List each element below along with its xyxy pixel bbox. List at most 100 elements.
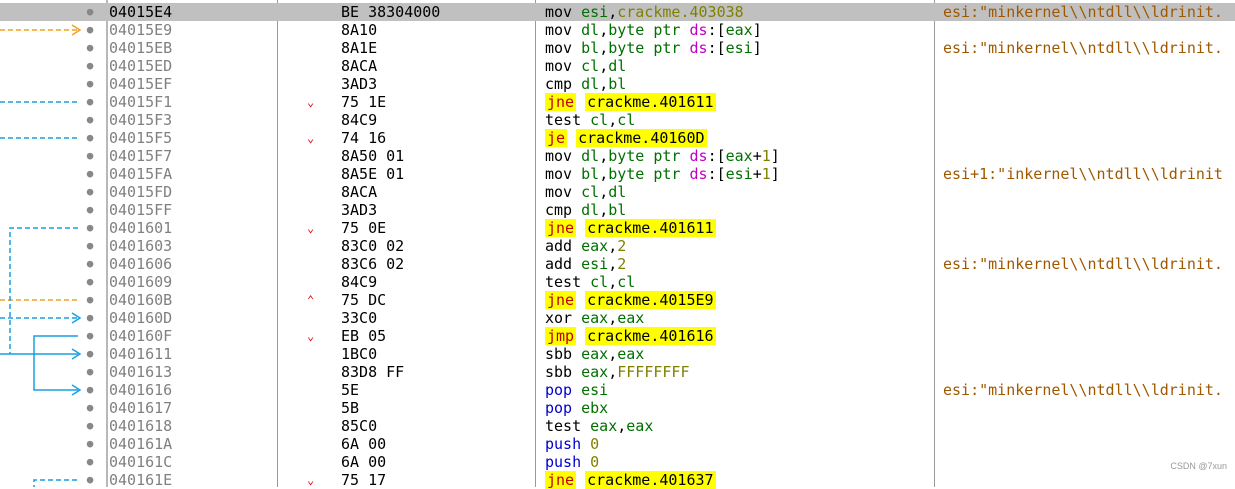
disassembly-row[interactable]: ● 040161C 6A 00 push 0 bbox=[0, 453, 1235, 471]
breakpoint-dot-icon[interactable]: ● bbox=[81, 39, 99, 57]
instruction-token: sbb bbox=[545, 345, 582, 363]
row-address: 0401606 bbox=[109, 255, 173, 273]
disassembly-row[interactable]: ● 0401617 5B pop ebx bbox=[0, 399, 1235, 417]
jump-mnemonic: je bbox=[545, 129, 568, 147]
breakpoint-dot-icon[interactable]: ● bbox=[81, 399, 99, 417]
row-address: 040161C bbox=[109, 453, 173, 471]
disassembly-row[interactable]: ● 0401601 ⌄ 75 0E jne crackme.401611 bbox=[0, 219, 1235, 237]
jump-target[interactable]: crackme.401637 bbox=[585, 471, 716, 489]
disassembly-row[interactable]: ● 04015F3 84C9 test cl,cl bbox=[0, 111, 1235, 129]
row-bytes: 5B bbox=[341, 399, 360, 417]
instruction-token: FFFFFFFF bbox=[617, 363, 690, 381]
disassembly-row[interactable]: ● 04015F1 ⌄ 75 1E jne crackme.401611 bbox=[0, 93, 1235, 111]
disassembly-row[interactable]: ● 04015E4 BE 38304000 mov esi,crackme.40303… bbox=[0, 3, 1235, 21]
disassembly-row[interactable]: ● 0401606 83C6 02 add esi,2 esi:"minkernel\\… bbox=[0, 255, 1235, 273]
instruction-token: crackme.403038 bbox=[617, 3, 744, 21]
disassembly-row[interactable]: ● 04015EB 8A1E mov bl,byte ptr ds:[esi] esi:… bbox=[0, 39, 1235, 57]
breakpoint-dot-icon[interactable]: ● bbox=[81, 111, 99, 129]
breakpoint-dot-icon[interactable]: ● bbox=[81, 129, 99, 147]
row-address: 0401609 bbox=[109, 273, 173, 291]
instruction-token: cl bbox=[581, 183, 600, 201]
breakpoint-dot-icon[interactable]: ● bbox=[81, 3, 99, 21]
instruction-token: 1 bbox=[761, 147, 771, 165]
breakpoint-dot-icon[interactable]: ● bbox=[81, 363, 99, 381]
jump-target[interactable]: crackme.401616 bbox=[585, 327, 716, 345]
instruction-token: push bbox=[545, 453, 591, 471]
instruction-token: eax bbox=[617, 309, 645, 327]
breakpoint-dot-icon[interactable]: ● bbox=[81, 201, 99, 219]
breakpoint-dot-icon[interactable]: ● bbox=[81, 381, 99, 399]
instruction-token bbox=[567, 129, 576, 147]
disassembly-row[interactable]: ● 0401609 84C9 test cl,cl bbox=[0, 273, 1235, 291]
breakpoint-dot-icon[interactable]: ● bbox=[81, 147, 99, 165]
row-comment: esi:"minkernel\\ntdll\\ldrinit. bbox=[943, 381, 1223, 399]
disassembly-row[interactable]: ● 04015F7 8A50 01 mov dl,byte ptr ds:[eax+1… bbox=[0, 147, 1235, 165]
jump-target[interactable]: crackme.4015E9 bbox=[585, 291, 716, 309]
instruction-token: eax bbox=[581, 363, 609, 381]
jump-target[interactable]: crackme.401611 bbox=[585, 219, 716, 237]
disassembly-row[interactable]: ● 040161E ⌄ 75 17 jne crackme.401637 bbox=[0, 471, 1235, 489]
row-address: 04015F1 bbox=[109, 93, 173, 111]
breakpoint-dot-icon[interactable]: ● bbox=[81, 327, 99, 345]
row-address: 04015ED bbox=[109, 57, 173, 75]
row-instruction: test cl,cl bbox=[545, 273, 635, 291]
instruction-token: dl bbox=[608, 183, 627, 201]
row-address: 0401618 bbox=[109, 417, 173, 435]
breakpoint-dot-icon[interactable]: ● bbox=[81, 273, 99, 291]
instruction-token: test bbox=[545, 111, 591, 129]
disassembly-row[interactable]: ● 040160D 33C0 xor eax,eax bbox=[0, 309, 1235, 327]
breakpoint-dot-icon[interactable]: ● bbox=[81, 471, 99, 489]
row-instruction: jmp crackme.401616 bbox=[545, 327, 716, 345]
row-instruction: jne crackme.4015E9 bbox=[545, 291, 716, 309]
row-address: 04015E9 bbox=[109, 21, 173, 39]
instruction-token: , bbox=[599, 147, 609, 165]
row-instruction: sbb eax,FFFFFFFF bbox=[545, 363, 690, 381]
row-bytes: 75 0E bbox=[341, 219, 387, 237]
breakpoint-dot-icon[interactable]: ● bbox=[81, 57, 99, 75]
disassembly-row[interactable]: ● 0401613 83D8 FF sbb eax,FFFFFFFF bbox=[0, 363, 1235, 381]
jump-target[interactable]: crackme.401611 bbox=[585, 93, 716, 111]
disassembly-row[interactable]: ● 04015E9 8A10 mov dl,byte ptr ds:[eax] bbox=[0, 21, 1235, 39]
disassembly-row[interactable]: ● 04015EF 3AD3 cmp dl,bl bbox=[0, 75, 1235, 93]
disassembly-row[interactable]: ● 0401618 85C0 test eax,eax bbox=[0, 417, 1235, 435]
disassembly-row[interactable]: ● 040160F ⌄ EB 05 jmp crackme.401616 bbox=[0, 327, 1235, 345]
row-bytes: 33C0 bbox=[341, 309, 378, 327]
breakpoint-dot-icon[interactable]: ● bbox=[81, 291, 99, 309]
instruction-token: dl bbox=[581, 201, 600, 219]
breakpoint-dot-icon[interactable]: ● bbox=[81, 435, 99, 453]
breakpoint-dot-icon[interactable]: ● bbox=[81, 309, 99, 327]
disassembly-row[interactable]: ● 04015ED 8ACA mov cl,dl bbox=[0, 57, 1235, 75]
disassembly-row[interactable]: ● 0401616 5E pop esi esi:"minkernel\\ntdll\\… bbox=[0, 381, 1235, 399]
disassembly-row[interactable]: ● 04015FD 8ACA mov cl,dl bbox=[0, 183, 1235, 201]
breakpoint-dot-icon[interactable]: ● bbox=[81, 237, 99, 255]
jump-target[interactable]: crackme.40160D bbox=[576, 129, 707, 147]
breakpoint-dot-icon[interactable]: ● bbox=[81, 165, 99, 183]
disassembly-row[interactable]: ● 04015FF 3AD3 cmp dl,bl bbox=[0, 201, 1235, 219]
row-address: 0401603 bbox=[109, 237, 173, 255]
breakpoint-dot-icon[interactable]: ● bbox=[81, 75, 99, 93]
row-instruction: pop ebx bbox=[545, 399, 608, 417]
disassembly-row[interactable]: ● 0401603 83C0 02 add eax,2 bbox=[0, 237, 1235, 255]
row-address: 04015FD bbox=[109, 183, 173, 201]
breakpoint-dot-icon[interactable]: ● bbox=[81, 417, 99, 435]
breakpoint-dot-icon[interactable]: ● bbox=[81, 21, 99, 39]
breakpoint-dot-icon[interactable]: ● bbox=[81, 219, 99, 237]
row-instruction: mov bl,byte ptr ds:[esi] bbox=[545, 39, 762, 57]
breakpoint-dot-icon[interactable]: ● bbox=[81, 183, 99, 201]
breakpoint-dot-icon[interactable]: ● bbox=[81, 345, 99, 363]
disassembly-row[interactable]: ● 04015F5 ⌄ 74 16 je crackme.40160D bbox=[0, 129, 1235, 147]
row-address: 040160F bbox=[109, 327, 173, 345]
instruction-token: cl bbox=[617, 111, 636, 129]
disassembly-row[interactable]: ● 0401611 1BC0 sbb eax,eax bbox=[0, 345, 1235, 363]
instruction-token: mov bbox=[545, 21, 582, 39]
jump-mnemonic: jne bbox=[545, 219, 577, 237]
instruction-token: , bbox=[608, 111, 618, 129]
disassembly-listing[interactable]: ● 04015E4 BE 38304000 mov esi,crackme.40303… bbox=[0, 3, 1235, 489]
breakpoint-dot-icon[interactable]: ● bbox=[81, 93, 99, 111]
breakpoint-dot-icon[interactable]: ● bbox=[81, 255, 99, 273]
disassembly-row[interactable]: ● 040160B ⌃ 75 DC jne crackme.4015E9 bbox=[0, 291, 1235, 309]
disassembly-row[interactable]: ● 04015FA 8A5E 01 mov bl,byte ptr ds:[esi+1… bbox=[0, 165, 1235, 183]
instruction-token: esi bbox=[581, 255, 609, 273]
breakpoint-dot-icon[interactable]: ● bbox=[81, 453, 99, 471]
disassembly-row[interactable]: ● 040161A 6A 00 push 0 bbox=[0, 435, 1235, 453]
